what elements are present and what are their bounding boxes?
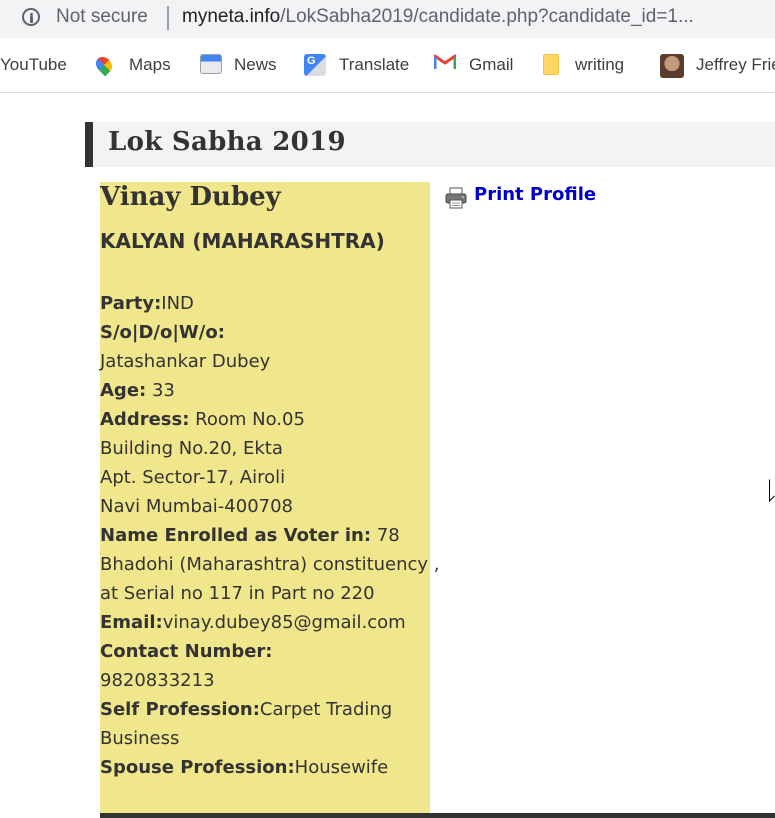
field-label: Name Enrolled as Voter in:: [100, 525, 372, 546]
bookmarks-bar: YouTube Maps News G Translate Gmail writ…: [0, 38, 775, 93]
url-path: /LokSabha2019/candidate.php?candidate_id…: [280, 6, 694, 27]
field-label: S/o|D/o|W/o:: [100, 322, 225, 343]
avatar: [660, 54, 684, 78]
folder-icon: [543, 54, 559, 75]
voter-line: Bhadohi (Maharashtra) constituency ,: [100, 554, 440, 575]
relation-row: S/o|D/o|W/o:: [100, 318, 432, 347]
party-row: Party:IND: [100, 289, 432, 318]
spouse-profession-row: Spouse Profession:Housewife: [100, 753, 432, 782]
field-label: Contact Number:: [100, 641, 273, 662]
page-heading: Lok Sabha 2019: [85, 122, 775, 167]
maps-icon: [92, 53, 116, 77]
address-bar[interactable]: Not secure myneta.info/LokSabha2019/cand…: [0, 0, 775, 38]
field-label: Age:: [100, 380, 147, 401]
spouse-profession-value: Housewife: [294, 757, 389, 778]
translate-icon: G: [304, 54, 326, 76]
self-profession-row: Self Profession:Carpet Trading: [100, 695, 432, 724]
gmail-icon: [434, 54, 456, 69]
url-domain: myneta.info: [182, 6, 281, 27]
bookmark-label: Translate: [339, 55, 410, 74]
constituency: KALYAN (MAHARASHTRA): [100, 229, 385, 253]
age-row: Age: 33: [100, 376, 432, 405]
address-line: Navi Mumbai-400708: [100, 496, 294, 517]
bookmark-label: Maps: [129, 55, 171, 74]
mouse-cursor-icon: [769, 479, 775, 503]
bookmark-label: Jeffrey Frie: [696, 55, 775, 74]
page-title: Lok Sabha 2019: [108, 127, 346, 157]
url-text[interactable]: myneta.info/LokSabha2019/candidate.php?c…: [182, 6, 694, 28]
field-label: Self Profession:: [100, 699, 260, 720]
address-row: Address: Room No.05: [100, 405, 432, 434]
self-profession-line: Business: [100, 728, 180, 749]
field-label: Spouse Profession:: [100, 757, 295, 778]
contact-value: 9820833213: [100, 670, 215, 691]
info-icon[interactable]: [22, 8, 40, 26]
security-label[interactable]: Not secure: [56, 6, 148, 28]
voter-line: at Serial no 117 in Part no 220: [100, 583, 375, 604]
candidate-details: Party:IND S/o|D/o|W/o: Jatashankar Dubey…: [100, 289, 440, 782]
bookmark-label: Gmail: [469, 55, 514, 74]
bookmark-label: writing: [575, 55, 625, 74]
candidate-profile: Vinay Dubey KALYAN (MAHARASHTRA) Party:I…: [100, 182, 440, 815]
field-label: Party:: [100, 293, 162, 314]
print-profile-link[interactable]: Print Profile: [474, 184, 596, 205]
bookmark-label: YouTube: [0, 55, 67, 74]
address-line: Apt. Sector-17, Airoli: [100, 467, 286, 488]
url-divider: [167, 6, 169, 30]
relation-value: Jatashankar Dubey: [100, 351, 271, 372]
news-icon: [200, 54, 222, 74]
self-profession-line: Carpet Trading: [259, 699, 393, 720]
field-label: Address:: [100, 409, 190, 430]
address-line: Room No.05: [195, 409, 305, 430]
voter-row: Name Enrolled as Voter in: 78: [100, 521, 432, 550]
address-line: Building No.20, Ekta: [100, 438, 283, 459]
bookmark-label: News: [234, 55, 277, 74]
candidate-name: Vinay Dubey: [100, 182, 281, 212]
field-label: Email:: [100, 612, 163, 633]
printer-icon[interactable]: [444, 186, 468, 210]
age-value: 33: [151, 380, 175, 401]
bottom-divider: [100, 813, 775, 818]
party-value: IND: [161, 293, 194, 314]
contact-row: Contact Number:: [100, 637, 432, 666]
email-value: vinay.dubey85@gmail.com: [162, 612, 406, 633]
voter-line: 78: [376, 525, 400, 546]
email-row: Email:vinay.dubey85@gmail.com: [100, 608, 432, 637]
